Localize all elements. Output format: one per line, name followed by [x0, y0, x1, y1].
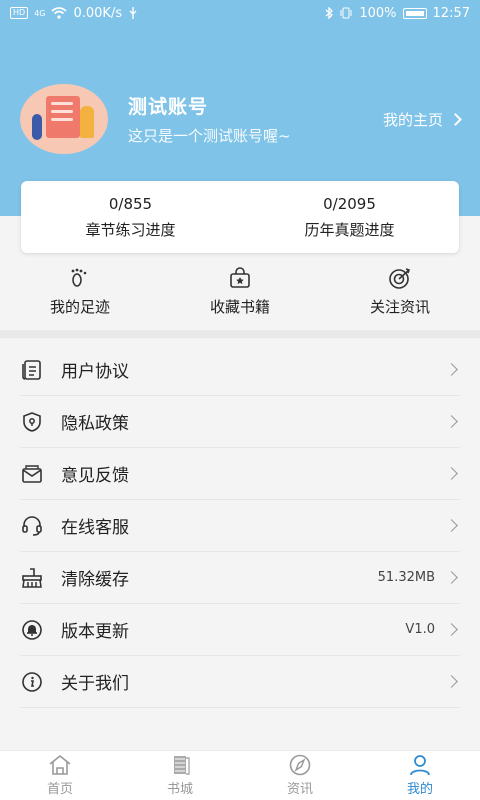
hd-badge: HD: [10, 7, 29, 19]
menu-item-user-agreement[interactable]: 用户协议: [20, 344, 460, 396]
document-icon: [20, 358, 44, 382]
chevron-right-icon: [449, 112, 462, 126]
nav-tab-bookstore-label: 书城: [166, 782, 193, 797]
past-exams-progress-value: 0/2095: [323, 194, 376, 213]
quick-link-favorites[interactable]: 收藏书籍: [160, 262, 320, 326]
chevron-right-icon: [445, 519, 458, 532]
home-icon: [49, 754, 71, 775]
broom-icon: [20, 566, 44, 590]
headset-icon: [20, 514, 44, 538]
chevron-right-icon: [445, 415, 458, 428]
progress-card: 0/855 章节练习进度 0/2095 历年真题进度: [21, 181, 459, 253]
usb-icon: [129, 7, 137, 19]
menu-item-feedback[interactable]: 意见反馈: [20, 448, 460, 500]
chapter-progress-value: 0/855: [108, 194, 153, 213]
avatar[interactable]: [20, 84, 108, 154]
mail-icon: [20, 462, 44, 486]
wifi-icon: [51, 7, 68, 19]
chapter-progress-label: 章节练习进度: [85, 220, 176, 239]
chevron-right-icon: [445, 675, 458, 688]
chapter-progress[interactable]: 0/855 章节练习进度: [21, 181, 240, 253]
menu-item-clear-cache[interactable]: 清除缓存 51.32MB: [20, 552, 460, 604]
my-homepage-link[interactable]: 我的主页: [382, 109, 462, 130]
menu-item-label: 版本更新: [61, 622, 129, 642]
profile-description: 这只是一个测试账号喔~: [128, 127, 291, 145]
my-homepage-label: 我的主页: [382, 110, 443, 129]
nav-tab-mine-label: 我的: [406, 782, 433, 797]
menu-item-label: 在线客服: [61, 518, 129, 538]
menu-item-label: 清除缓存: [61, 570, 129, 590]
quick-link-favorites-label: 收藏书籍: [209, 298, 270, 316]
user-icon: [410, 755, 430, 776]
nav-tab-bookstore[interactable]: 书城: [120, 751, 240, 800]
nav-tab-mine[interactable]: 我的: [360, 751, 480, 800]
nav-tab-news[interactable]: 资讯: [240, 751, 360, 800]
info-icon: [20, 670, 44, 694]
chevron-right-icon: [445, 571, 458, 584]
compass-icon: [289, 754, 311, 776]
nav-tab-news-label: 资讯: [286, 782, 313, 797]
menu-item-label: 意见反馈: [61, 466, 129, 486]
bottom-nav: 首页 书城 资讯 我的: [0, 750, 480, 800]
menu-item-label: 隐私政策: [61, 414, 129, 434]
target-icon: [388, 266, 412, 290]
profile-name: 测试账号: [128, 96, 209, 118]
battery-percent: 100%: [359, 5, 397, 21]
battery-icon: [402, 7, 427, 19]
menu-item-label: 关于我们: [61, 674, 129, 694]
quick-links: 我的足迹 收藏书籍 关注资讯: [0, 262, 480, 326]
chevron-right-icon: [445, 467, 458, 480]
nav-tab-home-label: 首页: [46, 782, 73, 797]
past-exams-progress[interactable]: 0/2095 历年真题进度: [240, 181, 459, 253]
past-exams-progress-label: 历年真题进度: [304, 220, 395, 239]
nav-tab-home[interactable]: 首页: [0, 751, 120, 800]
menu-item-version-update[interactable]: 版本更新 V1.0: [20, 604, 460, 656]
menu-item-about-us[interactable]: 关于我们: [20, 656, 460, 708]
menu-item-privacy-policy[interactable]: 隐私政策: [20, 396, 460, 448]
version-number: V1.0: [405, 622, 435, 637]
cache-size: 51.32MB: [377, 570, 435, 585]
vibrate-icon: [340, 7, 352, 19]
bluetooth-icon: [325, 7, 334, 19]
network-speed: 0.00K/s: [73, 5, 123, 21]
quick-link-news-follow-label: 关注资讯: [369, 298, 430, 316]
quick-link-news-follow[interactable]: 关注资讯: [320, 262, 480, 326]
section-divider: [0, 330, 480, 338]
shield-icon: [20, 410, 44, 434]
bell-icon: [20, 618, 44, 642]
status-bar: HD 4G 0.00K/s 100% 12:57: [0, 0, 480, 26]
chevron-right-icon: [445, 363, 458, 376]
menu-item-label: 用户协议: [61, 362, 129, 382]
menu-item-online-support[interactable]: 在线客服: [20, 500, 460, 552]
clock: 12:57: [432, 5, 470, 21]
quick-link-footprints-label: 我的足迹: [49, 298, 110, 316]
books-icon: [174, 756, 190, 775]
profile-section[interactable]: 测试账号 这只是一个测试账号喔~ 我的主页: [20, 84, 462, 154]
footprint-icon: [68, 266, 92, 290]
quick-link-footprints[interactable]: 我的足迹: [0, 262, 160, 326]
signal-tag: 4G: [34, 8, 46, 18]
settings-menu: 用户协议 隐私政策 意见反馈 在线客服 清除缓存 51.32MB 版本更新 V1…: [0, 344, 480, 708]
bookmark-bag-icon: [228, 266, 252, 290]
profile-info: 测试账号 这只是一个测试账号喔~: [128, 92, 291, 146]
chevron-right-icon: [445, 623, 458, 636]
